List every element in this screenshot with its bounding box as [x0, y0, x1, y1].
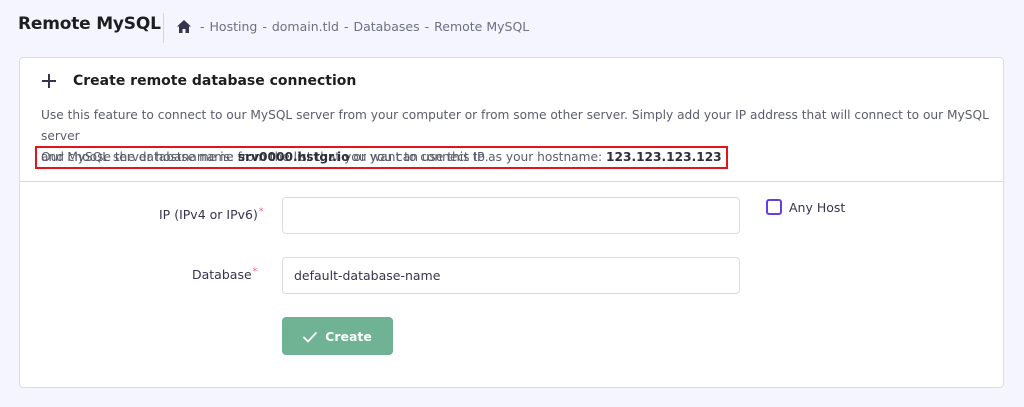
page-title: Remote MySQL — [18, 14, 161, 34]
create-button[interactable]: Create — [282, 317, 393, 355]
card-title: Create remote database connection — [73, 73, 357, 89]
ip-required-mark: * — [258, 207, 264, 217]
database-required-mark: * — [252, 267, 258, 277]
breadcrumb-separator: - — [262, 19, 267, 34]
breadcrumb-separator: - — [200, 19, 205, 34]
header-divider — [163, 13, 164, 43]
breadcrumb-hosting[interactable]: Hosting — [210, 19, 258, 34]
card-header: Create remote database connection Use th… — [20, 58, 1003, 182]
remote-connection-card: Create remote database connection Use th… — [19, 57, 1004, 388]
ip-label-text: IP (IPv4 or IPv6) — [159, 207, 258, 222]
breadcrumb: - Hosting - domain.tld - Databases - Rem… — [177, 19, 529, 34]
breadcrumb-separator: - — [424, 19, 430, 34]
create-button-label[interactable]: Create — [325, 329, 372, 344]
check-icon — [303, 331, 318, 342]
page-header: Remote MySQL - Hosting - domain.tld - Da… — [0, 0, 1024, 56]
database-label-text: Database — [192, 267, 252, 282]
hostname-value: srv0000.hstgr.io — [237, 150, 350, 164]
hostname-prefix: Our MySQL server hostname is: — [41, 150, 238, 164]
ip-input[interactable] — [282, 197, 740, 234]
any-host-checkbox[interactable] — [766, 199, 782, 215]
hostname-ip: 123.123.123.123 — [606, 150, 722, 164]
breadcrumb-remote-mysql: Remote MySQL — [434, 19, 530, 34]
database-label: Database* — [192, 267, 257, 282]
card-divider — [20, 181, 1003, 182]
breadcrumb-domain[interactable]: domain.tld — [272, 19, 339, 34]
breadcrumb-databases[interactable]: Databases — [353, 19, 419, 34]
any-host-option[interactable]: Any Host — [766, 199, 845, 215]
hostname-notice: Our MySQL server hostname is: srv0000.hs… — [35, 146, 728, 169]
description-line-1: Use this feature to connect to our MySQL… — [41, 108, 989, 143]
hostname-middle: or you can use this IP as your hostname: — [349, 150, 606, 164]
any-host-label[interactable]: Any Host — [789, 200, 845, 215]
card-title-row: Create remote database connection — [42, 73, 356, 89]
ip-label: IP (IPv4 or IPv6)* — [159, 207, 263, 222]
database-input[interactable] — [282, 257, 740, 294]
home-icon[interactable] — [177, 20, 191, 33]
plus-icon — [42, 74, 56, 88]
breadcrumb-separator: - — [343, 19, 349, 34]
